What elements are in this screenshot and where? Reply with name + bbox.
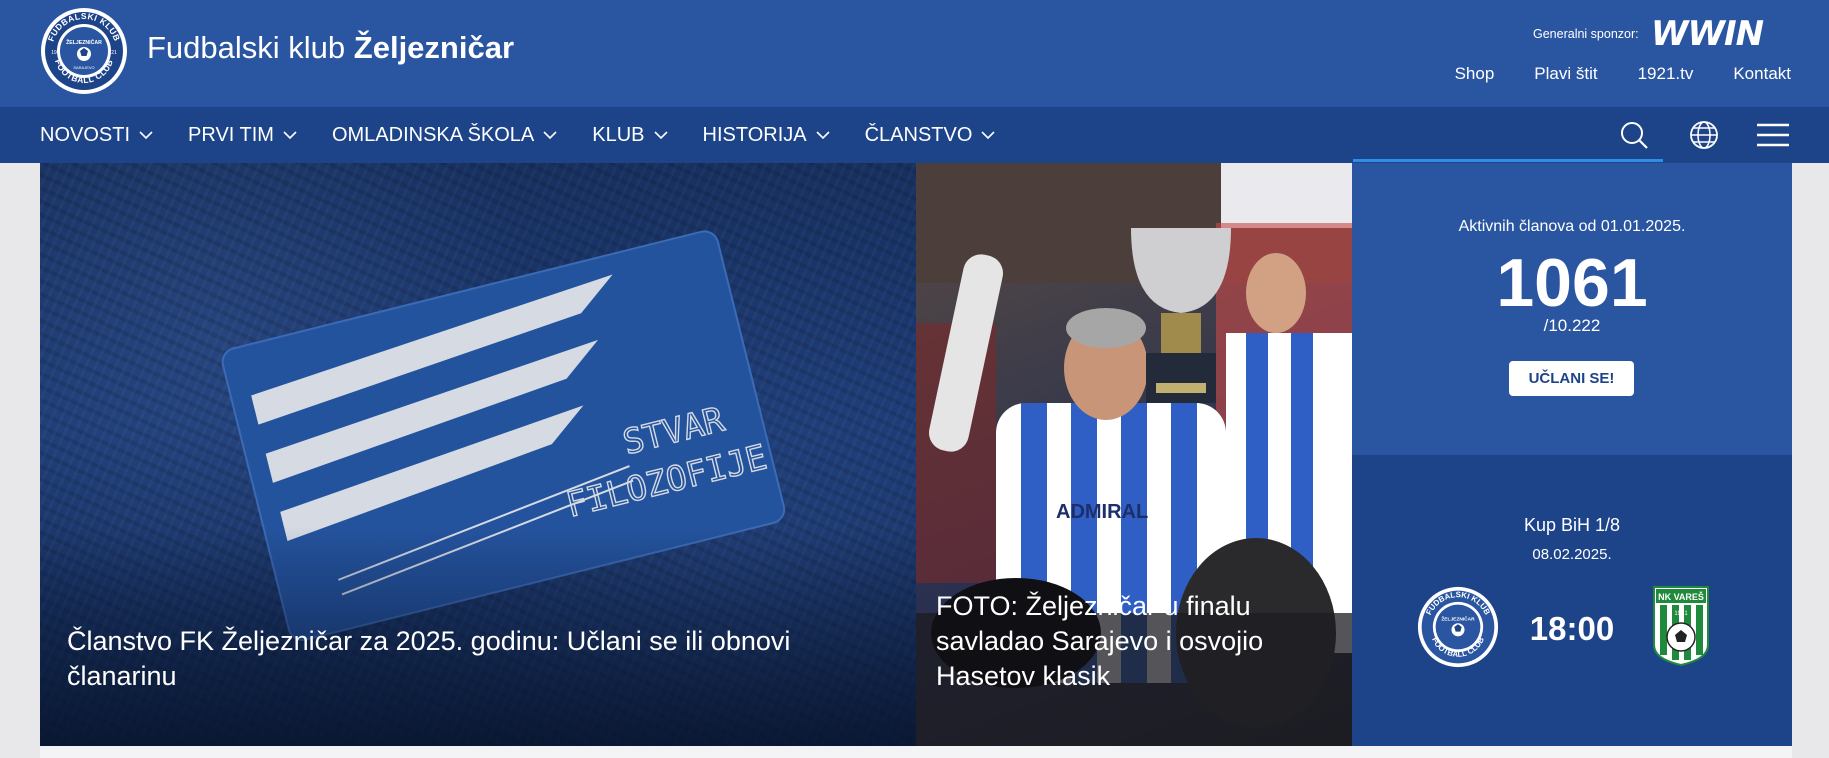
content-divider <box>40 746 1792 758</box>
members-count: 1061 <box>1496 245 1648 321</box>
link-shop[interactable]: Shop <box>1455 64 1495 84</box>
site-title-bold: Željezničar <box>353 30 515 65</box>
match-competition: Kup BiH 1/8 <box>1523 515 1621 535</box>
club-logo[interactable]: FUDBALSKI KLUB FOOTBALL CLUB ŽELJEZNIČAR… <box>40 7 128 95</box>
chevron-down-icon <box>283 131 297 140</box>
nav-item-clanstvo[interactable]: ČLANSTVO <box>865 124 996 147</box>
featured-article-title[interactable]: Članstvo FK Željezničar za 2025. godinu:… <box>67 624 887 694</box>
svg-text:SARAJEVO: SARAJEVO <box>73 65 94 70</box>
link-kontakt[interactable]: Kontakt <box>1733 64 1791 84</box>
chevron-down-icon <box>543 131 557 140</box>
nav-item-label: KLUB <box>592 123 645 146</box>
nav-item-klub[interactable]: KLUB <box>592 123 668 147</box>
sponsor-block[interactable]: Generalni sponzor: WWIN <box>1533 14 1793 54</box>
article-card-photo[interactable]: ADMIRAL FOTO: Željezničar u finalu savla… <box>916 163 1352 746</box>
nav-item-label: OMLADINSKA ŠKOLA <box>331 123 535 146</box>
svg-text:1921: 1921 <box>1674 611 1688 617</box>
top-links: Shop Plavi štit 1921.tv Kontakt <box>1415 64 1791 84</box>
link-1921tv[interactable]: 1921.tv <box>1638 64 1694 84</box>
sponsor-logo[interactable]: WWIN <box>1651 14 1764 54</box>
link-plavi-stit[interactable]: Plavi štit <box>1534 64 1597 84</box>
chevron-down-icon <box>981 131 995 140</box>
site-title-regular: Fudbalski klub <box>147 30 346 65</box>
chevron-down-icon <box>139 131 153 140</box>
nav-item-omladinska-skola[interactable]: OMLADINSKA ŠKOLA <box>332 124 557 147</box>
svg-text:NK VAREŠ: NK VAREŠ <box>1658 591 1704 602</box>
next-match-widget[interactable]: Kup BiH 1/8 08.02.2025. FUDBALSKI KLUB F… <box>1352 455 1792 746</box>
search-icon[interactable] <box>1618 119 1650 151</box>
featured-article-card[interactable]: STVAR FILOZOFIJE Članstvo FK Željezničar… <box>40 163 916 746</box>
site-title[interactable]: Fudbalski klub Željezničar <box>147 30 514 66</box>
nav-item-label: HISTORIJA <box>702 123 807 146</box>
match-time: 18:00 <box>1529 610 1615 647</box>
svg-text:ŽELJEZNIČAR: ŽELJEZNIČAR <box>66 38 102 46</box>
chevron-down-icon <box>816 131 830 140</box>
hero-section: STVAR FILOZOFIJE Članstvo FK Željezničar… <box>40 163 1792 746</box>
match-date: 08.02.2025. <box>1532 546 1612 563</box>
main-nav: NOVOSTI PRVI TIM OMLADINSKA ŠKOLA KLUB H… <box>0 107 1829 163</box>
nav-item-historija[interactable]: HISTORIJA <box>703 124 830 147</box>
article-photo-title[interactable]: FOTO: Željezničar u finalu savladao Sara… <box>936 589 1336 694</box>
menu-icon[interactable] <box>1757 119 1789 151</box>
away-team-logo: NK VAREŠ 1921 <box>1653 586 1709 667</box>
sponsor-label: Generalni sponzor: <box>1533 27 1639 41</box>
join-button[interactable]: UČLANI SE! <box>1509 361 1634 396</box>
globe-icon[interactable] <box>1688 119 1720 151</box>
svg-text:21: 21 <box>111 50 117 56</box>
membership-widget: Aktivnih članova od 01.01.2025. 1061 /10… <box>1352 163 1792 455</box>
nav-item-label: ČLANSTVO <box>864 123 973 146</box>
nav-item-prvi-tim[interactable]: PRVI TIM <box>188 124 297 147</box>
svg-text:ADMIRAL: ADMIRAL <box>1056 501 1148 523</box>
chevron-down-icon <box>653 131 668 140</box>
svg-text:19: 19 <box>51 50 57 56</box>
members-label: Aktivnih članova od 01.01.2025. <box>1458 218 1686 235</box>
members-total: /10.222 <box>1543 316 1601 335</box>
nav-item-label: PRVI TIM <box>188 123 274 146</box>
nav-item-novosti[interactable]: NOVOSTI <box>40 124 153 147</box>
nav-item-label: NOVOSTI <box>40 123 131 146</box>
search-active-indicator <box>1353 159 1663 162</box>
site-header: FUDBALSKI KLUB FOOTBALL CLUB ŽELJEZNIČAR… <box>0 0 1829 107</box>
